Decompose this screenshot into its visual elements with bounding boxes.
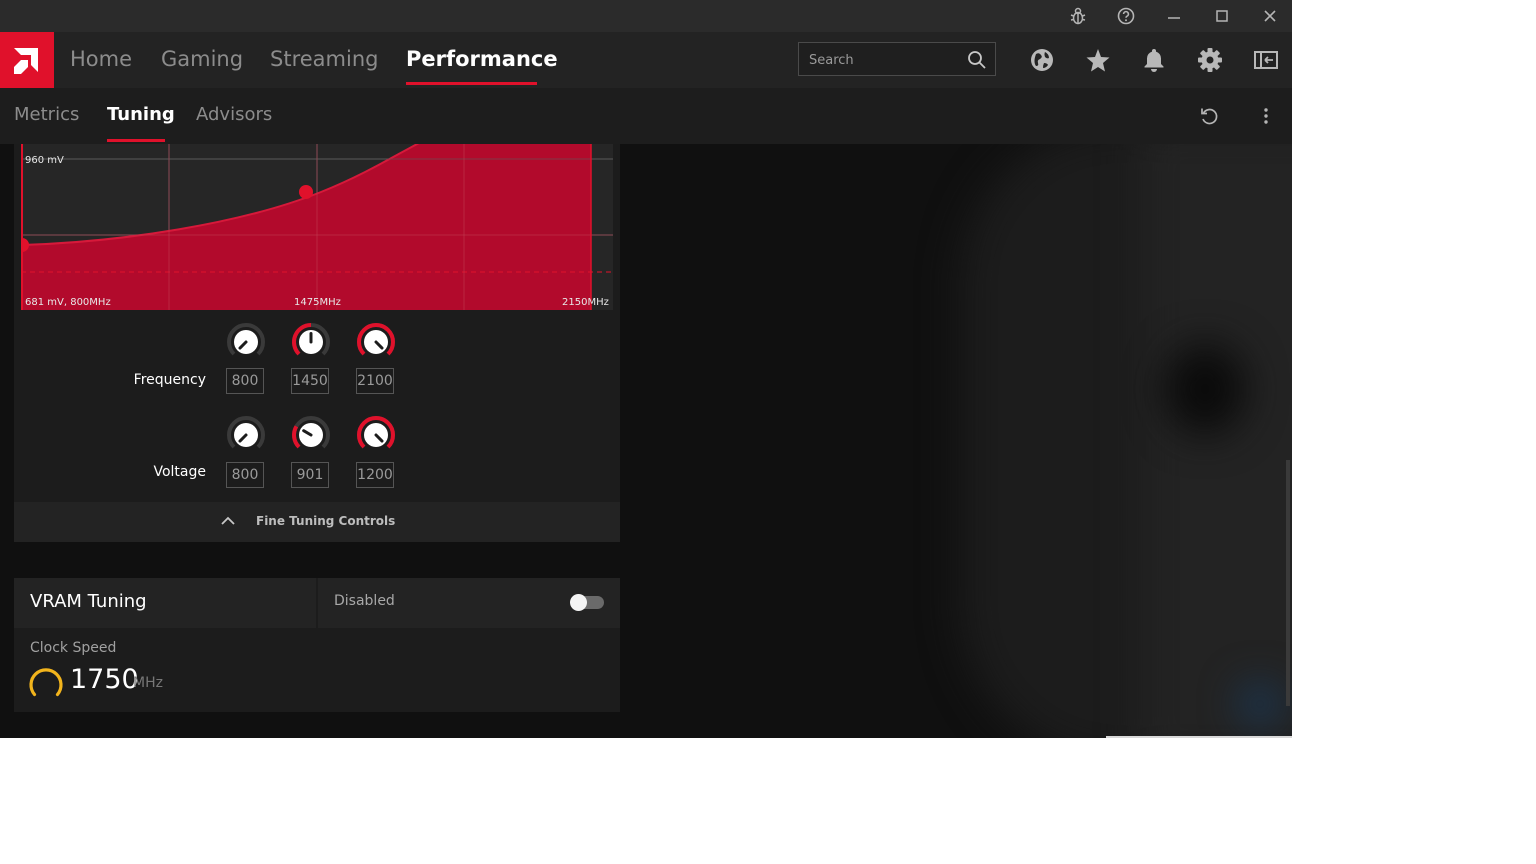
- curve-top-label: 960 mV: [25, 155, 64, 166]
- help-icon[interactable]: [1114, 4, 1138, 28]
- voltage-value-3[interactable]: 1200: [356, 462, 394, 488]
- search-icon[interactable]: [967, 50, 987, 70]
- clock-speed-unit: MHz: [133, 675, 163, 691]
- frequency-value-2[interactable]: 1450: [291, 368, 329, 394]
- bug-icon[interactable]: [1066, 4, 1090, 28]
- frequency-value-1[interactable]: 800: [226, 368, 264, 394]
- star-icon[interactable]: [1083, 45, 1113, 75]
- top-navigation: Home Gaming Streaming Performance: [0, 32, 1292, 88]
- vram-header: VRAM Tuning: [14, 578, 316, 628]
- curve-point-mid[interactable]: [299, 185, 313, 199]
- bell-icon[interactable]: [1139, 45, 1169, 75]
- voltage-knob-2[interactable]: [290, 414, 332, 456]
- vram-state-label: Disabled: [334, 593, 395, 609]
- chevron-up-icon: [221, 516, 235, 525]
- fine-tuning-controls-toggle[interactable]: Fine Tuning Controls: [14, 502, 620, 542]
- sidebar-icon[interactable]: [1251, 45, 1281, 75]
- sub-navigation: Metrics Tuning Advisors: [0, 88, 1292, 144]
- frequency-knob-2[interactable]: [290, 321, 332, 363]
- nav-streaming[interactable]: Streaming: [270, 45, 378, 73]
- clock-speed-label: Clock Speed: [30, 640, 117, 656]
- curve-min-label: 681 mV, 800MHz: [25, 297, 111, 308]
- voltage-label: Voltage: [153, 464, 206, 480]
- maximize-icon[interactable]: [1210, 4, 1234, 28]
- nav-home[interactable]: Home: [70, 45, 132, 73]
- blurred-background: [620, 144, 1292, 738]
- voltage-value-1[interactable]: 800: [226, 462, 264, 488]
- clock-speed-value: 1750: [70, 664, 139, 695]
- title-bar: [0, 0, 1292, 32]
- voltage-knob-3[interactable]: [355, 414, 397, 456]
- gpu-tuning-panel: 960 mV 681 mV, 800MHz 1475MHz 2150MHz Fr…: [14, 144, 620, 542]
- tab-metrics[interactable]: Metrics: [14, 104, 79, 125]
- voltage-frequency-curve[interactable]: 960 mV 681 mV, 800MHz 1475MHz 2150MHz: [21, 144, 613, 310]
- nav-gaming[interactable]: Gaming: [161, 45, 243, 73]
- curve-max-label: 2150MHz: [562, 297, 609, 308]
- frequency-knob-1[interactable]: [225, 321, 267, 363]
- voltage-knob-1[interactable]: [225, 414, 267, 456]
- minimize-icon[interactable]: [1162, 4, 1186, 28]
- search-box[interactable]: [798, 42, 996, 76]
- frequency-knob-3[interactable]: [355, 321, 397, 363]
- voltage-value-2[interactable]: 901: [291, 462, 329, 488]
- nav-active-indicator: [406, 82, 537, 85]
- curve-mid-label: 1475MHz: [294, 297, 341, 308]
- vram-tuning-toggle[interactable]: [570, 594, 604, 611]
- vram-toggle-row[interactable]: Disabled: [318, 578, 620, 628]
- close-icon[interactable]: [1258, 4, 1282, 28]
- amd-software-window: Home Gaming Streaming Performance Search…: [0, 0, 1292, 738]
- nav-performance[interactable]: Performance: [406, 45, 558, 73]
- tab-tuning[interactable]: Tuning: [107, 104, 175, 125]
- frequency-label: Frequency: [133, 372, 206, 388]
- vram-title: VRAM Tuning: [30, 591, 147, 612]
- search-input[interactable]: [807, 47, 961, 73]
- vram-tuning-card: VRAM Tuning Disabled Clock Speed 1750 MH…: [14, 578, 620, 712]
- tab-active-indicator: [107, 139, 165, 142]
- clock-speed-gauge-icon: [29, 668, 63, 697]
- gear-icon[interactable]: [1195, 45, 1225, 75]
- more-vertical-icon[interactable]: [1254, 104, 1278, 128]
- amd-logo[interactable]: [0, 32, 54, 88]
- tab-advisors[interactable]: Advisors: [196, 104, 272, 125]
- reset-icon[interactable]: [1197, 104, 1221, 128]
- globe-icon[interactable]: [1027, 45, 1057, 75]
- fine-tuning-label: Fine Tuning Controls: [256, 514, 396, 528]
- frequency-value-3[interactable]: 2100: [356, 368, 394, 394]
